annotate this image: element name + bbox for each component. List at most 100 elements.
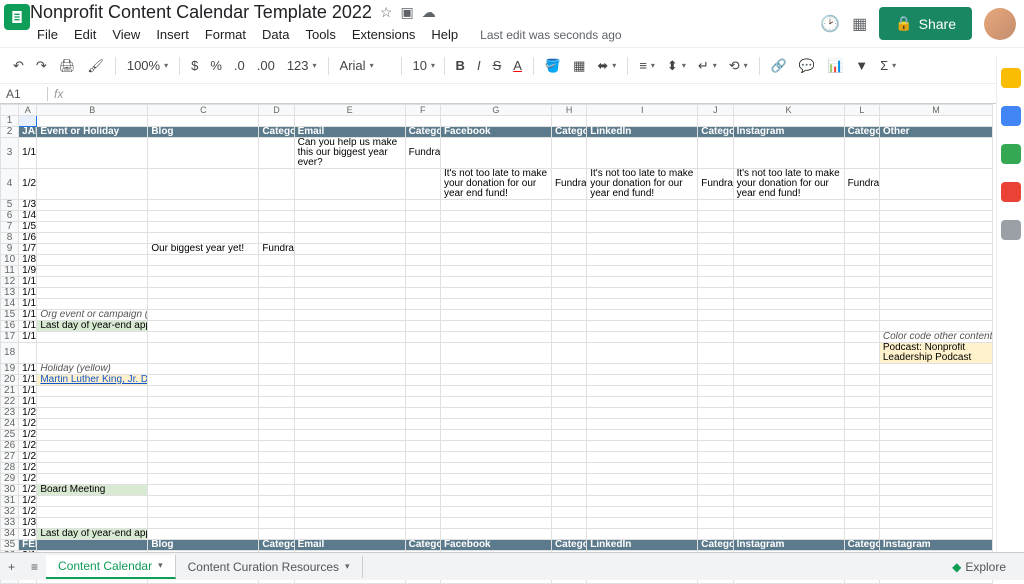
row-header[interactable]: 18 bbox=[1, 343, 19, 364]
cell[interactable] bbox=[844, 266, 879, 277]
cell[interactable] bbox=[37, 116, 148, 127]
cell[interactable] bbox=[37, 463, 148, 474]
cell[interactable] bbox=[587, 299, 698, 310]
cell[interactable] bbox=[733, 507, 844, 518]
cell[interactable] bbox=[698, 200, 733, 211]
cell[interactable] bbox=[698, 529, 733, 540]
cell[interactable] bbox=[551, 452, 586, 463]
cell[interactable] bbox=[879, 255, 992, 266]
cell[interactable]: Category bbox=[551, 540, 586, 551]
cell[interactable] bbox=[294, 321, 405, 332]
cell[interactable] bbox=[879, 386, 992, 397]
cell[interactable] bbox=[698, 233, 733, 244]
cell[interactable] bbox=[698, 386, 733, 397]
cell[interactable] bbox=[405, 529, 440, 540]
cell[interactable]: Category bbox=[551, 127, 586, 138]
cell[interactable] bbox=[148, 343, 259, 364]
cell[interactable] bbox=[844, 397, 879, 408]
cell[interactable] bbox=[587, 200, 698, 211]
cell[interactable] bbox=[551, 364, 586, 375]
cell[interactable] bbox=[698, 299, 733, 310]
cell[interactable] bbox=[844, 138, 879, 169]
cell[interactable] bbox=[37, 452, 148, 463]
cell[interactable] bbox=[405, 244, 440, 255]
cell[interactable] bbox=[844, 364, 879, 375]
font-select[interactable]: Arial bbox=[335, 55, 395, 76]
cell[interactable] bbox=[37, 386, 148, 397]
cell[interactable] bbox=[587, 441, 698, 452]
col-header[interactable]: K bbox=[733, 105, 844, 116]
cell[interactable] bbox=[698, 485, 733, 496]
cell[interactable] bbox=[440, 266, 551, 277]
cell[interactable] bbox=[733, 496, 844, 507]
cell[interactable] bbox=[698, 288, 733, 299]
cell[interactable] bbox=[440, 430, 551, 441]
cell[interactable] bbox=[440, 116, 551, 127]
cell[interactable] bbox=[551, 485, 586, 496]
cell[interactable] bbox=[879, 116, 992, 127]
row-header[interactable]: 11 bbox=[1, 266, 19, 277]
cell[interactable] bbox=[37, 496, 148, 507]
cell[interactable] bbox=[294, 452, 405, 463]
cell[interactable] bbox=[440, 244, 551, 255]
cell[interactable] bbox=[733, 419, 844, 430]
cell[interactable] bbox=[844, 441, 879, 452]
user-avatar[interactable] bbox=[984, 8, 1016, 40]
cell[interactable] bbox=[587, 507, 698, 518]
cell[interactable] bbox=[733, 375, 844, 386]
cell[interactable] bbox=[587, 430, 698, 441]
cell[interactable] bbox=[148, 375, 259, 386]
cell[interactable] bbox=[259, 430, 294, 441]
cell[interactable]: 1/25 bbox=[19, 463, 37, 474]
cell[interactable] bbox=[440, 211, 551, 222]
cell[interactable] bbox=[259, 277, 294, 288]
filter-views-button[interactable]: Σ bbox=[875, 55, 901, 76]
cell[interactable] bbox=[698, 375, 733, 386]
cell[interactable] bbox=[733, 255, 844, 266]
zoom-select[interactable]: 100% bbox=[122, 55, 173, 76]
cell[interactable] bbox=[587, 343, 698, 364]
cell[interactable] bbox=[879, 200, 992, 211]
cell[interactable]: Category bbox=[405, 127, 440, 138]
cell[interactable]: 1/20 bbox=[19, 408, 37, 419]
fill-color-button[interactable]: 🪣 bbox=[540, 55, 566, 77]
cell[interactable] bbox=[294, 299, 405, 310]
number-format-button[interactable]: 123 bbox=[282, 55, 322, 76]
cell[interactable]: Facebook bbox=[440, 540, 551, 551]
cell[interactable]: 1/30 bbox=[19, 518, 37, 529]
row-header[interactable]: 8 bbox=[1, 233, 19, 244]
cell[interactable] bbox=[148, 430, 259, 441]
cell[interactable] bbox=[259, 321, 294, 332]
cell[interactable] bbox=[440, 332, 551, 343]
cell[interactable]: 1/23 bbox=[19, 441, 37, 452]
cell[interactable] bbox=[879, 233, 992, 244]
cell[interactable]: Category bbox=[259, 540, 294, 551]
sheet-tab-content-curation[interactable]: Content Curation Resources▾ bbox=[176, 556, 363, 578]
cell[interactable] bbox=[148, 277, 259, 288]
cell[interactable]: 1/5 bbox=[19, 222, 37, 233]
cell[interactable] bbox=[440, 299, 551, 310]
cell[interactable] bbox=[587, 474, 698, 485]
cell[interactable] bbox=[551, 518, 586, 529]
cell[interactable] bbox=[551, 441, 586, 452]
cell[interactable] bbox=[844, 507, 879, 518]
cell[interactable] bbox=[294, 332, 405, 343]
cell[interactable]: Category bbox=[259, 127, 294, 138]
cell[interactable] bbox=[733, 474, 844, 485]
cell[interactable] bbox=[551, 211, 586, 222]
cell[interactable] bbox=[879, 474, 992, 485]
cell[interactable]: 1/7 bbox=[19, 244, 37, 255]
comment-button[interactable]: 💬 bbox=[794, 55, 820, 77]
cell[interactable] bbox=[37, 507, 148, 518]
cell[interactable] bbox=[698, 211, 733, 222]
cell[interactable] bbox=[879, 507, 992, 518]
col-header[interactable]: J bbox=[698, 105, 733, 116]
move-icon[interactable]: ▣ bbox=[400, 4, 413, 21]
cell[interactable] bbox=[148, 255, 259, 266]
cell[interactable] bbox=[844, 116, 879, 127]
cell[interactable] bbox=[551, 408, 586, 419]
cell[interactable] bbox=[294, 496, 405, 507]
cell[interactable] bbox=[440, 255, 551, 266]
cell[interactable] bbox=[587, 452, 698, 463]
name-box[interactable]: A1 bbox=[0, 87, 48, 101]
